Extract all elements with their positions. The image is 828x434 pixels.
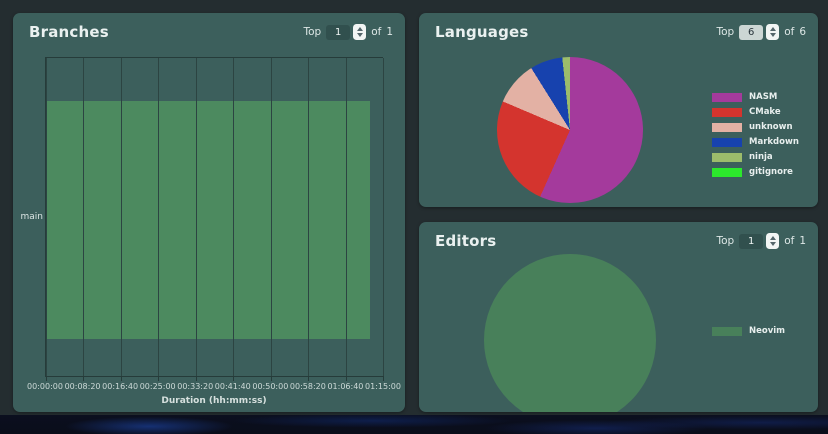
gridline: [271, 58, 272, 376]
legend-label: Neovim: [749, 326, 785, 336]
top-value-input[interactable]: [326, 25, 350, 40]
axis-tick-mark: [271, 376, 272, 381]
top-n-spinner: Top of 1: [716, 233, 806, 249]
top-n-spinner: Top of 6: [716, 24, 806, 40]
gridline: [83, 58, 84, 376]
legend-label: CMake: [749, 107, 781, 117]
x-tick-label: 00:33:20: [177, 382, 213, 391]
stepper-down-icon[interactable]: [770, 242, 776, 246]
gridline: [383, 58, 384, 376]
x-tick-label: 00:58:20: [290, 382, 326, 391]
top-label: Top: [303, 26, 321, 38]
legend-swatch: [712, 138, 742, 147]
legend-swatch: [712, 93, 742, 102]
stepper-control[interactable]: [766, 24, 779, 40]
languages-header: Languages Top of 6: [435, 22, 806, 42]
x-tick-label: 01:06:40: [327, 382, 363, 391]
panel-title: Languages: [435, 23, 529, 41]
legend-item: ninja: [712, 152, 799, 162]
dashboard-page: { "panels": { "branches": { "title": "Br…: [0, 0, 828, 434]
x-tick-label: 00:50:00: [252, 382, 288, 391]
x-axis-tick-labels: 00:00:0000:08:2000:16:4000:25:0000:33:20…: [45, 382, 383, 392]
editors-header: Editors Top of 1: [435, 231, 806, 251]
total-count: 1: [799, 235, 806, 247]
bar-chart-plot-area: [45, 57, 383, 377]
top-n-spinner: Top of 1: [303, 24, 393, 40]
top-value-input[interactable]: [739, 234, 763, 249]
x-axis-title: Duration (hh:mm:ss): [45, 396, 383, 406]
axis-tick-mark: [83, 376, 84, 381]
gridline: [46, 58, 47, 376]
top-value-input[interactable]: [739, 25, 763, 40]
of-label: of: [784, 235, 794, 247]
x-tick-label: 00:25:00: [140, 382, 176, 391]
legend-swatch: [712, 327, 742, 336]
axis-tick-mark: [346, 376, 347, 381]
legend-swatch: [712, 168, 742, 177]
stepper-control[interactable]: [766, 233, 779, 249]
stepper-down-icon[interactable]: [770, 33, 776, 37]
editors-panel: Editors Top of 1 Neovim: [419, 222, 818, 412]
axis-tick-mark: [308, 376, 309, 381]
axis-tick-mark: [233, 376, 234, 381]
languages-legend: NASM CMake unknown Markdown ninja gitignore: [712, 92, 799, 177]
legend-swatch: [712, 153, 742, 162]
gridline: [308, 58, 309, 376]
legend-label: NASM: [749, 92, 777, 102]
x-tick-label: 00:16:40: [102, 382, 138, 391]
gridline: [346, 58, 347, 376]
panel-title: Editors: [435, 232, 496, 250]
gridline: [233, 58, 234, 376]
gridline: [121, 58, 122, 376]
legend-swatch: [712, 108, 742, 117]
x-tick-label: 01:15:00: [365, 382, 401, 391]
panel-title: Branches: [29, 23, 109, 41]
gridline: [196, 58, 197, 376]
axis-tick-mark: [121, 376, 122, 381]
branches-panel: Branches Top of 1 main 00:00:0000:08:200…: [13, 13, 405, 412]
editors-legend: Neovim: [712, 326, 785, 336]
desktop-wallpaper-strip: [0, 415, 828, 434]
bar-main: [46, 101, 370, 340]
legend-item: Markdown: [712, 137, 799, 147]
legend-label: Markdown: [749, 137, 799, 147]
legend-label: gitignore: [749, 167, 793, 177]
axis-tick-mark: [383, 376, 384, 381]
y-axis-label-main: main: [19, 57, 43, 377]
stepper-down-icon[interactable]: [357, 33, 363, 37]
top-label: Top: [716, 26, 734, 38]
legend-swatch: [712, 123, 742, 132]
x-tick-label: 00:00:00: [27, 382, 63, 391]
stepper-up-icon[interactable]: [770, 27, 776, 31]
of-label: of: [371, 26, 381, 38]
legend-item: unknown: [712, 122, 799, 132]
legend-item: CMake: [712, 107, 799, 117]
total-count: 6: [799, 26, 806, 38]
legend-item: Neovim: [712, 326, 785, 336]
total-count: 1: [386, 26, 393, 38]
languages-panel: Languages Top of 6 NASM CMake unknown Markd…: [419, 13, 818, 207]
x-tick-label: 00:41:40: [215, 382, 251, 391]
legend-item: NASM: [712, 92, 799, 102]
gridline: [158, 58, 159, 376]
stepper-up-icon[interactable]: [770, 236, 776, 240]
top-label: Top: [716, 235, 734, 247]
stepper-control[interactable]: [353, 24, 366, 40]
languages-pie-chart: [497, 57, 643, 203]
editors-pie-chart: [484, 254, 656, 412]
x-tick-label: 00:08:20: [65, 382, 101, 391]
of-label: of: [784, 26, 794, 38]
legend-item: gitignore: [712, 167, 799, 177]
legend-label: ninja: [749, 152, 773, 162]
axis-tick-mark: [196, 376, 197, 381]
legend-label: unknown: [749, 122, 793, 132]
stepper-up-icon[interactable]: [357, 27, 363, 31]
axis-tick-mark: [158, 376, 159, 381]
axis-tick-mark: [46, 376, 47, 381]
branches-header: Branches Top of 1: [29, 22, 393, 42]
